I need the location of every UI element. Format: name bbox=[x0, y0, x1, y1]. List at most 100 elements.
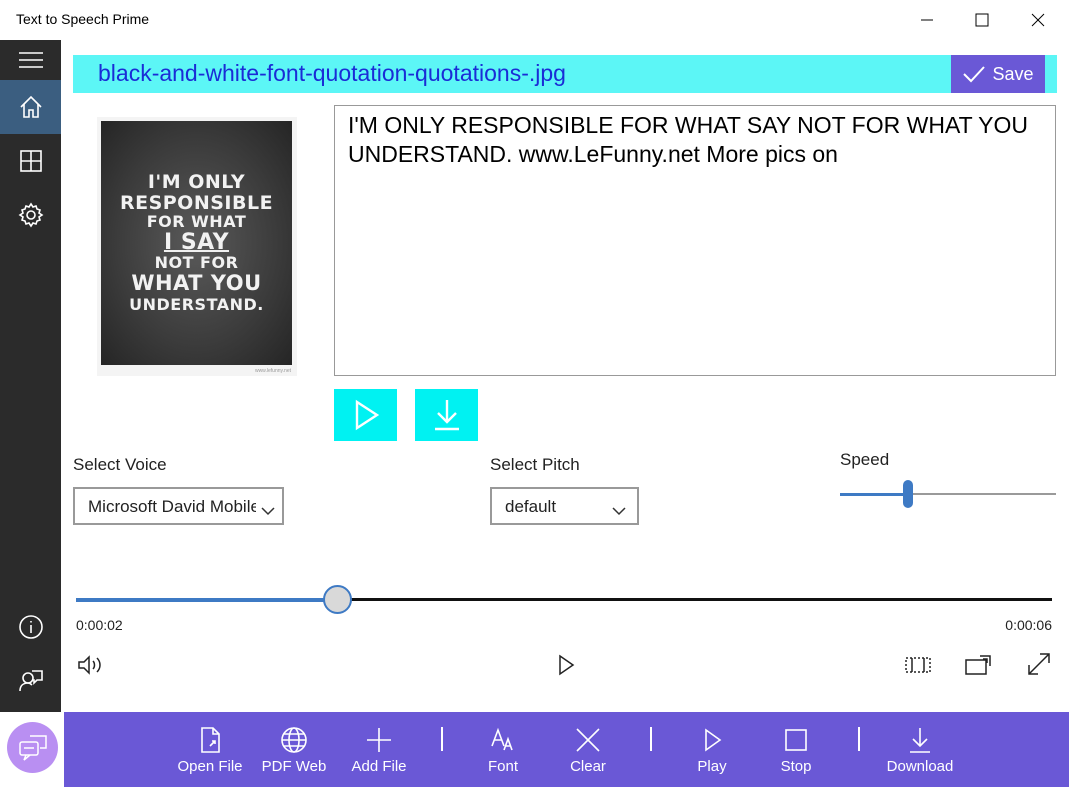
pitch-label: Select Pitch bbox=[490, 455, 580, 474]
info-icon bbox=[18, 615, 43, 639]
speed-slider-fill[interactable] bbox=[840, 493, 907, 496]
image-preview: I'M ONLY RESPONSIBLE FOR WHAT I SAY NOT … bbox=[97, 117, 297, 376]
voice-select[interactable]: Microsoft David Mobile bbox=[73, 487, 284, 525]
fullscreen-button[interactable] bbox=[1022, 648, 1056, 680]
save-label: Save bbox=[992, 63, 1034, 84]
stop-label: Stop bbox=[780, 758, 812, 775]
speed-label: Speed bbox=[840, 450, 890, 469]
poster-line: WHAT YOU bbox=[131, 270, 262, 295]
hamburger-icon bbox=[18, 52, 43, 68]
download-icon bbox=[434, 400, 459, 431]
chevron-down-icon bbox=[256, 501, 276, 521]
recognized-text-area[interactable]: I'M ONLY RESPONSIBLE FOR WHAT SAY NOT FO… bbox=[334, 105, 1056, 376]
speed-slider-track[interactable] bbox=[907, 493, 1056, 495]
sidebar-item-feedback[interactable] bbox=[0, 654, 61, 708]
chat-button[interactable] bbox=[7, 722, 58, 773]
plus-icon bbox=[367, 728, 391, 752]
title-bar: Text to Speech Prime bbox=[0, 0, 1069, 40]
checkmark-icon bbox=[963, 66, 986, 83]
poster-line: RESPONSIBLE bbox=[119, 191, 274, 214]
open-file-button[interactable]: Open File bbox=[174, 712, 246, 787]
open-file-label: Open File bbox=[177, 758, 243, 775]
total-time: 0:00:06 bbox=[1005, 617, 1052, 633]
clear-button[interactable]: Clear bbox=[552, 712, 624, 787]
font-label: Font bbox=[487, 758, 518, 775]
grid-icon bbox=[19, 150, 42, 172]
download-button[interactable]: Download bbox=[879, 712, 961, 787]
voice-value: Microsoft David Mobile bbox=[88, 497, 260, 516]
play-icon bbox=[559, 654, 575, 676]
stop-icon bbox=[785, 729, 807, 751]
poster-line: UNDERSTAND. bbox=[129, 295, 264, 315]
main-content: black-and-white-font-quotation-quotation… bbox=[61, 40, 1069, 712]
chevron-down-icon bbox=[611, 501, 627, 521]
clear-label: Clear bbox=[570, 758, 606, 775]
open-file-icon bbox=[201, 727, 220, 753]
chat-corner bbox=[0, 712, 64, 787]
voice-label: Select Voice bbox=[73, 455, 167, 474]
aspect-ratio-icon bbox=[905, 657, 931, 673]
sidebar-item-home[interactable] bbox=[0, 80, 61, 134]
speed-slider-thumb[interactable] bbox=[903, 480, 913, 508]
sidebar-item-settings[interactable] bbox=[0, 188, 61, 242]
close-icon bbox=[1031, 13, 1045, 27]
playback-progress-thumb[interactable] bbox=[323, 585, 352, 614]
play-label: Play bbox=[697, 758, 727, 775]
fullscreen-icon bbox=[1028, 653, 1050, 675]
sidebar-item-about[interactable] bbox=[0, 600, 61, 654]
add-file-button[interactable]: Add File bbox=[343, 712, 415, 787]
volume-button[interactable] bbox=[74, 650, 108, 680]
download-text-button[interactable] bbox=[415, 389, 478, 441]
font-button[interactable]: Font bbox=[467, 712, 539, 787]
poster-line: NOT FOR bbox=[154, 253, 239, 273]
add-file-label: Add File bbox=[351, 758, 407, 775]
poster-line: FOR WHAT bbox=[146, 212, 247, 232]
pdf-web-label: PDF Web bbox=[261, 758, 327, 775]
save-button[interactable]: Save bbox=[951, 55, 1045, 93]
minimize-button[interactable] bbox=[899, 0, 955, 40]
poster-line: I'M ONLY bbox=[147, 171, 246, 194]
close-button[interactable] bbox=[1010, 0, 1066, 40]
maximize-icon bbox=[975, 13, 989, 27]
play-icon bbox=[705, 728, 722, 752]
poster-credit: www.lefunny.net bbox=[254, 368, 291, 374]
feedback-person-icon bbox=[18, 670, 43, 692]
stop-button[interactable]: Stop bbox=[760, 712, 832, 787]
download-icon bbox=[910, 728, 930, 753]
file-name: black-and-white-font-quotation-quotation… bbox=[98, 60, 566, 86]
cast-icon bbox=[965, 655, 991, 675]
chat-icon bbox=[18, 734, 47, 761]
window-title: Text to Speech Prime bbox=[16, 11, 150, 27]
globe-icon bbox=[281, 727, 307, 753]
playback-progress-fill[interactable] bbox=[76, 598, 339, 602]
quote-poster: I'M ONLY RESPONSIBLE FOR WHAT I SAY NOT … bbox=[101, 121, 292, 365]
playback-progress-track[interactable] bbox=[339, 598, 1052, 601]
download-label: Download bbox=[886, 758, 954, 775]
command-bar: Open File PDF Web Add File Font Clear Pl… bbox=[64, 712, 1069, 787]
sidebar-menu-button[interactable] bbox=[0, 40, 61, 80]
play-icon bbox=[355, 399, 379, 431]
poster-line: I SAY bbox=[163, 229, 230, 255]
aspect-ratio-button[interactable] bbox=[901, 650, 935, 680]
player-play-button[interactable] bbox=[551, 650, 581, 680]
home-icon bbox=[19, 95, 42, 118]
play-text-button[interactable] bbox=[334, 389, 397, 441]
toolbar-separator bbox=[858, 727, 860, 751]
play-button[interactable]: Play bbox=[676, 712, 748, 787]
current-time: 0:00:02 bbox=[76, 617, 123, 633]
gear-icon bbox=[18, 202, 43, 228]
sidebar bbox=[0, 40, 61, 712]
minimize-icon bbox=[921, 19, 933, 21]
volume-icon bbox=[78, 655, 101, 675]
pdf-web-button[interactable]: PDF Web bbox=[258, 712, 330, 787]
toolbar-separator bbox=[441, 727, 443, 751]
pitch-select[interactable]: default bbox=[490, 487, 639, 525]
pitch-value: default bbox=[505, 497, 557, 516]
cast-button[interactable] bbox=[961, 650, 995, 680]
sidebar-item-apps[interactable] bbox=[0, 134, 61, 188]
maximize-button[interactable] bbox=[954, 0, 1010, 40]
file-name-bar: black-and-white-font-quotation-quotation… bbox=[73, 55, 1057, 93]
toolbar-separator bbox=[650, 727, 652, 751]
font-size-icon bbox=[491, 727, 513, 751]
clear-x-icon bbox=[576, 728, 600, 752]
